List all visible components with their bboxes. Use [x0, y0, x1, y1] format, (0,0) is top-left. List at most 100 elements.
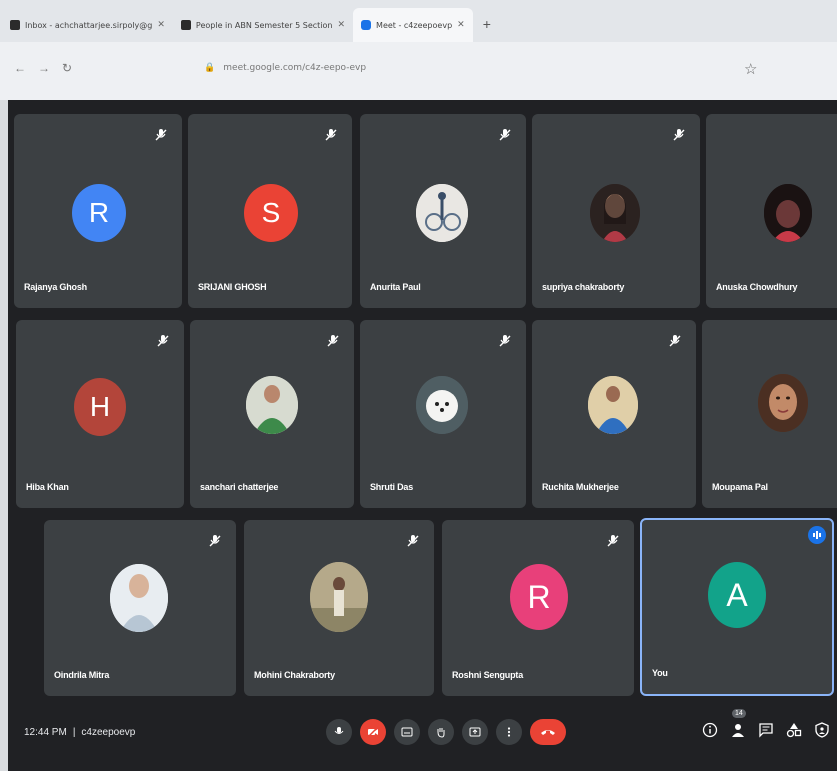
- camera-button[interactable]: [360, 719, 386, 745]
- meeting-code: c4zeepoevp: [81, 727, 136, 738]
- present-button[interactable]: [462, 719, 488, 745]
- mic-icon: [334, 727, 344, 734]
- meeting-details-button[interactable]: [702, 721, 718, 739]
- participant-name: supriya chakraborty: [542, 282, 625, 292]
- profile-photo: [416, 184, 468, 242]
- speaking-indicator-icon: [808, 526, 826, 544]
- participant-name: You: [652, 668, 668, 678]
- participant-name: Hiba Khan: [26, 482, 69, 492]
- participant-tile[interactable]: Mohini Chakraborty: [244, 520, 434, 696]
- participant-tile[interactable]: Ruchita Mukherjee: [532, 320, 696, 508]
- avatar: H: [74, 378, 126, 436]
- profile-photo: [764, 184, 812, 242]
- call-controls: [326, 719, 566, 745]
- captions-button[interactable]: [394, 719, 420, 745]
- new-tab-icon[interactable]: +: [473, 16, 501, 42]
- participant-name: Rajanya Ghosh: [24, 282, 87, 292]
- activities-button[interactable]: [786, 721, 802, 739]
- avatar: R: [510, 564, 568, 630]
- participant-name: Moupama Pal: [712, 482, 768, 492]
- raise-hand-button[interactable]: [428, 719, 454, 745]
- participant-tile[interactable]: Anuska Chowdhury: [706, 114, 837, 308]
- participant-name: Anurita Paul: [370, 282, 421, 292]
- participant-name: Shruti Das: [370, 482, 414, 492]
- mic-off-icon: [606, 534, 620, 548]
- meet-icon: [361, 20, 372, 30]
- participant-name: Anuska Chowdhury: [716, 282, 798, 292]
- people-icon: [732, 724, 744, 737]
- lock-icon: 🔒: [204, 63, 216, 73]
- self-tile[interactable]: A You: [640, 518, 834, 696]
- tab-label: Inbox - achchattarjee.sirpoly@g: [25, 20, 153, 30]
- tab-label: Meet - c4zeepoevp: [376, 20, 453, 30]
- people-button[interactable]: 14: [730, 709, 746, 739]
- close-icon[interactable]: ✕: [457, 20, 465, 30]
- participant-tile[interactable]: supriya chakraborty: [532, 114, 700, 308]
- participant-tile[interactable]: Shruti Das: [360, 320, 526, 508]
- participant-tile[interactable]: R You Roshni Sengupta: [442, 520, 634, 696]
- avatar: R: [72, 184, 126, 242]
- participant-name: SRIJANI GHOSH: [198, 282, 267, 292]
- participant-count-badge: 14: [732, 709, 746, 718]
- close-icon[interactable]: ✕: [338, 20, 346, 30]
- chat-button[interactable]: [758, 721, 774, 739]
- mic-off-icon: [498, 334, 512, 348]
- profile-photo: [416, 376, 468, 434]
- more-vert-icon: [507, 727, 511, 737]
- profile-photo: [246, 376, 298, 434]
- mic-off-icon: [406, 534, 420, 548]
- mic-off-icon: [326, 334, 340, 348]
- mic-off-icon: [668, 334, 682, 348]
- mic-off-icon: [672, 128, 686, 142]
- forward-icon[interactable]: →: [38, 61, 50, 75]
- avatar: A: [708, 562, 766, 628]
- tab-strip: Inbox - achchattarjee.sirpoly@g ✕ People…: [0, 0, 837, 42]
- hand-icon: [437, 728, 445, 738]
- more-options-button[interactable]: [496, 719, 522, 745]
- mic-off-icon: [498, 128, 512, 142]
- profile-photo: [590, 184, 640, 242]
- info-icon: [702, 722, 718, 738]
- tab-label: People in ABN Semester 5 Section: [195, 20, 333, 30]
- participant-name: Oindrila Mitra: [54, 670, 110, 680]
- participant-name: sanchari chatterjee: [200, 482, 279, 492]
- chat-icon: [759, 723, 773, 738]
- participant-tile[interactable]: H Hiba Khan: [16, 320, 184, 508]
- end-call-icon: [541, 730, 555, 735]
- participant-tile[interactable]: R Rajanya Ghosh: [14, 114, 182, 308]
- lock-person-icon: [815, 722, 829, 738]
- participant-tile[interactable]: Oindrila Mitra: [44, 520, 236, 696]
- tab-people[interactable]: People in ABN Semester 5 Section ✕: [173, 8, 353, 42]
- participant-name: Ruchita Mukherjee: [542, 482, 619, 492]
- participant-tile[interactable]: sanchari chatterjee: [190, 320, 354, 508]
- profile-photo: [110, 564, 168, 632]
- participant-name: Mohini Chakraborty: [254, 670, 335, 680]
- mic-button[interactable]: [326, 719, 352, 745]
- control-bar: 12:44 PM | c4zeepoevp 14: [8, 697, 837, 771]
- mic-off-icon: [154, 128, 168, 142]
- host-controls-button[interactable]: [814, 721, 830, 739]
- browser-chrome: Inbox - achchattarjee.sirpoly@g ✕ People…: [0, 0, 837, 100]
- profile-photo: [588, 376, 638, 434]
- shapes-icon: [786, 723, 802, 738]
- camera-off-icon: [367, 726, 379, 738]
- mail-icon: [10, 20, 20, 30]
- meeting-time: 12:44 PM: [24, 727, 67, 738]
- tab-meet[interactable]: Meet - c4zeepoevp ✕: [353, 8, 473, 42]
- address-bar[interactable]: 🔒 meet.google.com/c4z-eepo-evp: [84, 55, 823, 81]
- close-icon[interactable]: ✕: [157, 20, 165, 30]
- profile-photo: [310, 562, 368, 632]
- reload-icon[interactable]: ↻: [62, 61, 72, 75]
- avatar: S: [244, 184, 298, 242]
- participant-tile[interactable]: Moupama Pal: [702, 320, 837, 508]
- back-icon[interactable]: ←: [14, 61, 26, 75]
- address-text: meet.google.com/c4z-eepo-evp: [223, 63, 367, 73]
- separator: |: [72, 727, 76, 738]
- tab-inbox[interactable]: Inbox - achchattarjee.sirpoly@g ✕: [2, 8, 173, 42]
- participant-tile[interactable]: S SRIJANI GHOSH: [188, 114, 352, 308]
- bookmark-star-icon[interactable]: ☆: [744, 60, 757, 78]
- profile-photo: [758, 374, 808, 432]
- participant-tile[interactable]: Anurita Paul: [360, 114, 526, 308]
- present-icon: [469, 727, 481, 737]
- leave-call-button[interactable]: [530, 719, 566, 745]
